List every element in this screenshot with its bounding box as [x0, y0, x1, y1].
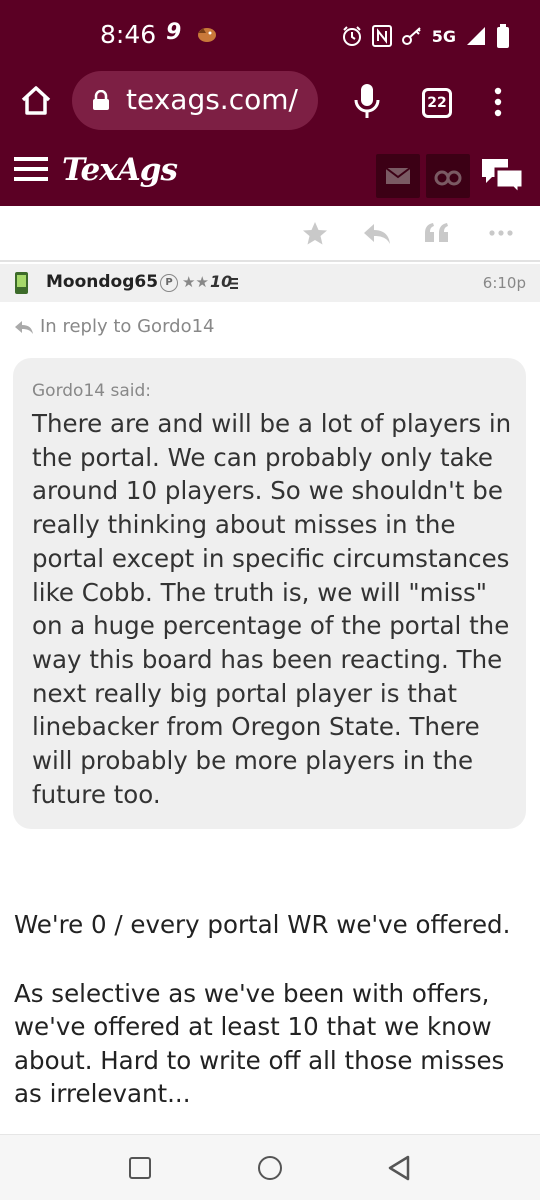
watchlist-button[interactable] — [426, 154, 470, 198]
mail-icon — [385, 167, 411, 184]
post-body-paragraph: As selective as we've been with offers, … — [14, 979, 505, 1109]
lock-icon — [93, 90, 109, 110]
quote-icon[interactable] — [422, 220, 452, 246]
network-type: 5G — [431, 26, 456, 46]
site-logo[interactable]: TexAgs — [62, 152, 178, 188]
url-text: texags.com/ — [126, 83, 298, 116]
star-icon[interactable] — [300, 220, 330, 246]
notification-app-icon — [198, 28, 216, 42]
kebab-menu-icon[interactable] — [486, 84, 510, 120]
browser-chrome: 8:46 9 5G texags.com/ 22 TexAgs — [0, 0, 540, 206]
quote-block: Gordo14 said: There are and will be a lo… — [13, 358, 526, 829]
premium-badge: P — [160, 274, 178, 292]
quote-text: There are and will be a lot of players i… — [32, 409, 512, 809]
status-icons: 5G — [341, 22, 510, 50]
chat-icon[interactable] — [480, 156, 526, 196]
vpn-key-icon — [401, 27, 421, 45]
back-icon[interactable] — [386, 1154, 412, 1182]
in-reply-to-text: In reply to Gordo14 — [40, 316, 215, 337]
post-author[interactable]: Moondog65 — [46, 272, 158, 292]
address-bar[interactable]: texags.com/ — [72, 71, 318, 130]
user-stars: ★★ — [182, 273, 209, 291]
binoculars-icon — [434, 170, 462, 186]
battery-icon — [497, 24, 509, 48]
quote-author: Gordo14 said: — [32, 381, 152, 401]
system-nav-bar — [0, 1134, 540, 1200]
in-reply-to-link[interactable]: In reply to Gordo14 — [14, 316, 215, 337]
reply-icon[interactable] — [362, 220, 392, 246]
post-actions-toolbar — [0, 208, 540, 262]
signal-icon — [467, 27, 485, 45]
status-indicator: 9 — [166, 20, 182, 45]
home-icon[interactable] — [18, 82, 54, 118]
status-bar: 8:46 9 5G — [0, 0, 540, 70]
post-body-paragraph: We're 0 / every portal WR we've offered. — [14, 910, 511, 939]
user-rank: 10 — [210, 272, 233, 291]
nfc-icon — [371, 25, 392, 47]
post-header: Moondog65 P ★★ 10 6:10p — [0, 264, 540, 302]
post-time: 6:10p — [482, 274, 526, 292]
mic-icon[interactable] — [352, 82, 382, 120]
tab-switcher-button[interactable]: 22 — [422, 88, 452, 118]
status-time: 8:46 — [100, 20, 157, 49]
more-icon[interactable] — [486, 220, 516, 246]
home-nav-button[interactable] — [258, 1156, 282, 1180]
reply-icon — [15, 320, 33, 334]
mobile-phone-icon — [15, 272, 28, 294]
messages-button[interactable] — [376, 154, 420, 198]
hamburger-icon[interactable] — [14, 155, 48, 183]
rank-bars-icon — [230, 278, 238, 289]
alarm-icon — [342, 26, 361, 46]
browser-toolbar: texags.com/ 22 — [0, 70, 540, 134]
site-header: TexAgs — [0, 134, 540, 206]
recents-button[interactable] — [129, 1157, 151, 1179]
